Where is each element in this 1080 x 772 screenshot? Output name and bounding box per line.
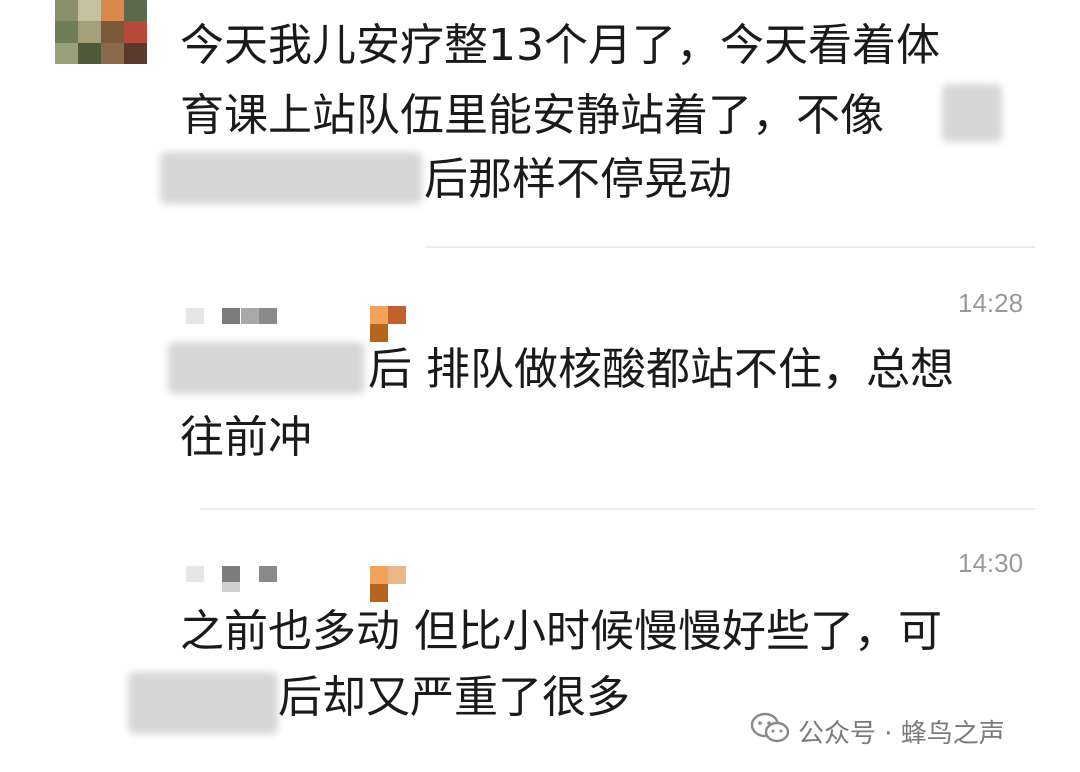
comment-1-line-3: 后那样不停晃动 [424,154,732,205]
divider [425,246,1035,248]
watermark-text: 公众号 · 蜂鸟之声 [798,719,1005,749]
comment-2-line-2: 往前冲 [180,412,312,463]
redacted-blur [128,672,278,734]
comment-1-line-1: 今天我儿安疗整13个月了，今天看着体 [180,20,940,71]
avatar[interactable] [55,0,147,64]
comment-2-line-1: 后 排队做核酸都站不住，总想 [368,344,954,395]
redacted-blur [942,84,1002,142]
watermark: 公众号 · 蜂鸟之声 [750,712,1005,751]
comment-1-line-2: 育课上站队伍里能安静站着了，不像 [180,90,884,141]
comment-3-line-2: 后却又严重了很多 [278,672,630,723]
wechat-icon [750,712,790,751]
redacted-blur [168,342,364,394]
comment-3-time: 14:30 [958,548,1024,578]
divider [200,508,1035,510]
redacted-blur [160,152,422,204]
comment-2-time: 14:28 [958,288,1024,318]
comment-3-line-1: 之前也多动 但比小时候慢慢好些了，可 [180,606,942,657]
